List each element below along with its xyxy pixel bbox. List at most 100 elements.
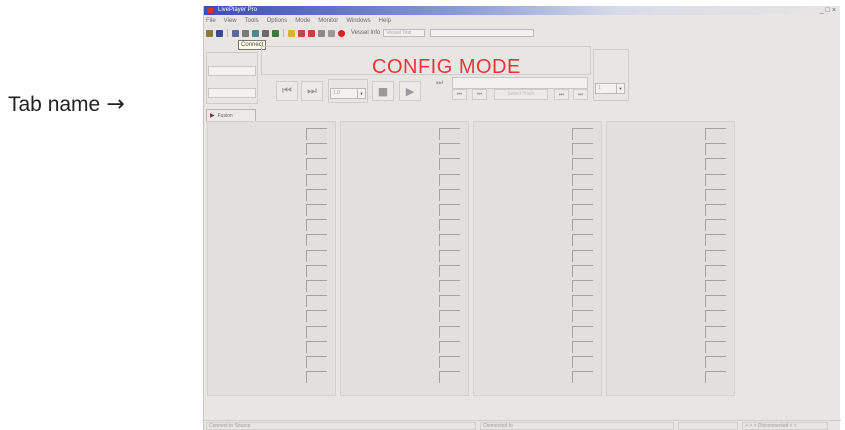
channel-slot[interactable] — [439, 128, 460, 140]
tools-icon[interactable] — [308, 29, 315, 37]
channel-slot[interactable] — [705, 280, 726, 292]
channel-slot[interactable] — [439, 173, 460, 186]
vessel-details-field[interactable] — [430, 29, 535, 37]
channel-slot[interactable] — [439, 264, 460, 277]
gear-icon[interactable] — [328, 29, 335, 37]
channel-slot[interactable] — [572, 325, 593, 338]
track-position-field[interactable] — [452, 77, 588, 89]
channel-slot[interactable] — [306, 280, 327, 292]
channel-slot[interactable] — [705, 158, 726, 171]
channel-slot[interactable] — [439, 188, 460, 201]
channel-slot[interactable] — [306, 249, 327, 262]
channel-slot[interactable] — [572, 204, 593, 216]
channel-slot[interactable] — [705, 264, 726, 277]
last-track-button[interactable]: ⏭ — [573, 89, 588, 100]
channel-slot[interactable] — [306, 173, 327, 186]
sound-icon[interactable] — [272, 29, 279, 37]
channel-slot[interactable] — [439, 204, 460, 216]
next-track-button[interactable]: ⏭ — [554, 89, 569, 100]
channel-slot[interactable] — [306, 128, 327, 140]
pencil-icon[interactable] — [288, 29, 295, 37]
channel-slot[interactable] — [439, 280, 460, 292]
channel-slot[interactable] — [705, 188, 726, 201]
channel-slot[interactable] — [306, 356, 327, 368]
open-icon[interactable] — [206, 29, 213, 37]
channel-slot[interactable] — [439, 340, 460, 353]
menu-tools[interactable]: Tools — [245, 17, 259, 25]
channel-slot[interactable] — [306, 325, 327, 338]
stop-icon[interactable] — [338, 29, 345, 37]
stop-button[interactable]: ■ — [372, 81, 394, 101]
channel-slot[interactable] — [705, 173, 726, 186]
source-field-1[interactable] — [208, 66, 256, 76]
channel-slot[interactable] — [572, 219, 593, 232]
channel-slot[interactable] — [705, 234, 726, 247]
channel-slot[interactable] — [439, 158, 460, 171]
channel-slot[interactable] — [439, 295, 460, 308]
channel-slot[interactable] — [705, 295, 726, 308]
channel-slot[interactable] — [705, 356, 726, 368]
menu-monitor[interactable]: Monitor — [318, 17, 338, 25]
channel-slot[interactable] — [572, 340, 593, 353]
channel-slot[interactable] — [572, 234, 593, 247]
play-button[interactable]: ▶ — [399, 81, 421, 101]
channel-slot[interactable] — [572, 173, 593, 186]
channel-slot[interactable] — [705, 325, 726, 338]
channel-slot[interactable] — [306, 143, 327, 156]
channel-slot[interactable] — [306, 204, 327, 216]
menu-view[interactable]: View — [224, 17, 237, 25]
channel-slot[interactable] — [306, 219, 327, 232]
channel-slot[interactable] — [306, 310, 327, 323]
channel-slot[interactable] — [306, 371, 327, 384]
menu-mode[interactable]: Mode — [295, 17, 310, 25]
connect-icon[interactable] — [232, 29, 239, 37]
record-icon[interactable] — [252, 29, 259, 37]
speed-select[interactable]: 1.0 ▼ — [330, 88, 366, 99]
channel-slot[interactable] — [306, 188, 327, 201]
channel-slot[interactable] — [306, 234, 327, 247]
channel-slot[interactable] — [306, 158, 327, 171]
tab-fusion[interactable]: ▶ Fusion — [206, 109, 256, 121]
menu-file[interactable]: File — [206, 17, 216, 25]
channel-slot[interactable] — [705, 310, 726, 323]
minimize-button[interactable]: _ — [820, 6, 824, 15]
vessel-select[interactable]: Vessel Test — [383, 29, 426, 37]
channel-slot[interactable] — [439, 356, 460, 368]
menu-help[interactable]: Help — [379, 17, 391, 25]
channel-slot[interactable] — [572, 371, 593, 384]
channel-slot[interactable] — [705, 219, 726, 232]
channel-slot[interactable] — [705, 143, 726, 156]
list-icon[interactable] — [318, 29, 325, 37]
flag-icon[interactable] — [298, 29, 305, 37]
channel-slot[interactable] — [572, 128, 593, 140]
select-track-button[interactable]: Select Track — [494, 89, 548, 100]
channel-slot[interactable] — [572, 158, 593, 171]
channel-slot[interactable] — [439, 249, 460, 262]
channel-slot[interactable] — [572, 264, 593, 277]
channel-slot[interactable] — [306, 264, 327, 277]
prev-track-button[interactable]: ⏮ — [472, 89, 487, 100]
disconnect-icon[interactable] — [242, 29, 249, 37]
step-icon[interactable]: ⏭ — [436, 78, 443, 88]
channel-slot[interactable] — [572, 249, 593, 262]
maximize-button[interactable]: □ — [826, 6, 830, 15]
channel-slot[interactable] — [705, 340, 726, 353]
channel-slot[interactable] — [439, 371, 460, 384]
skip-forward-button[interactable]: ⏭ — [301, 81, 323, 101]
channel-slot[interactable] — [439, 143, 460, 156]
channel-slot[interactable] — [306, 340, 327, 353]
channel-slot[interactable] — [439, 219, 460, 232]
channel-slot[interactable] — [572, 188, 593, 201]
channel-slot[interactable] — [306, 295, 327, 308]
menu-options[interactable]: Options — [267, 17, 288, 25]
channel-slot[interactable] — [572, 143, 593, 156]
close-button[interactable]: × — [832, 6, 836, 15]
channel-slot[interactable] — [705, 249, 726, 262]
channel-slot[interactable] — [705, 204, 726, 216]
right-select[interactable]: 1 ▼ — [595, 83, 625, 94]
skip-back-button[interactable]: ⏮ — [276, 81, 298, 101]
channel-slot[interactable] — [572, 280, 593, 292]
channel-slot[interactable] — [705, 128, 726, 140]
channel-slot[interactable] — [572, 356, 593, 368]
menu-windows[interactable]: Windows — [346, 17, 370, 25]
